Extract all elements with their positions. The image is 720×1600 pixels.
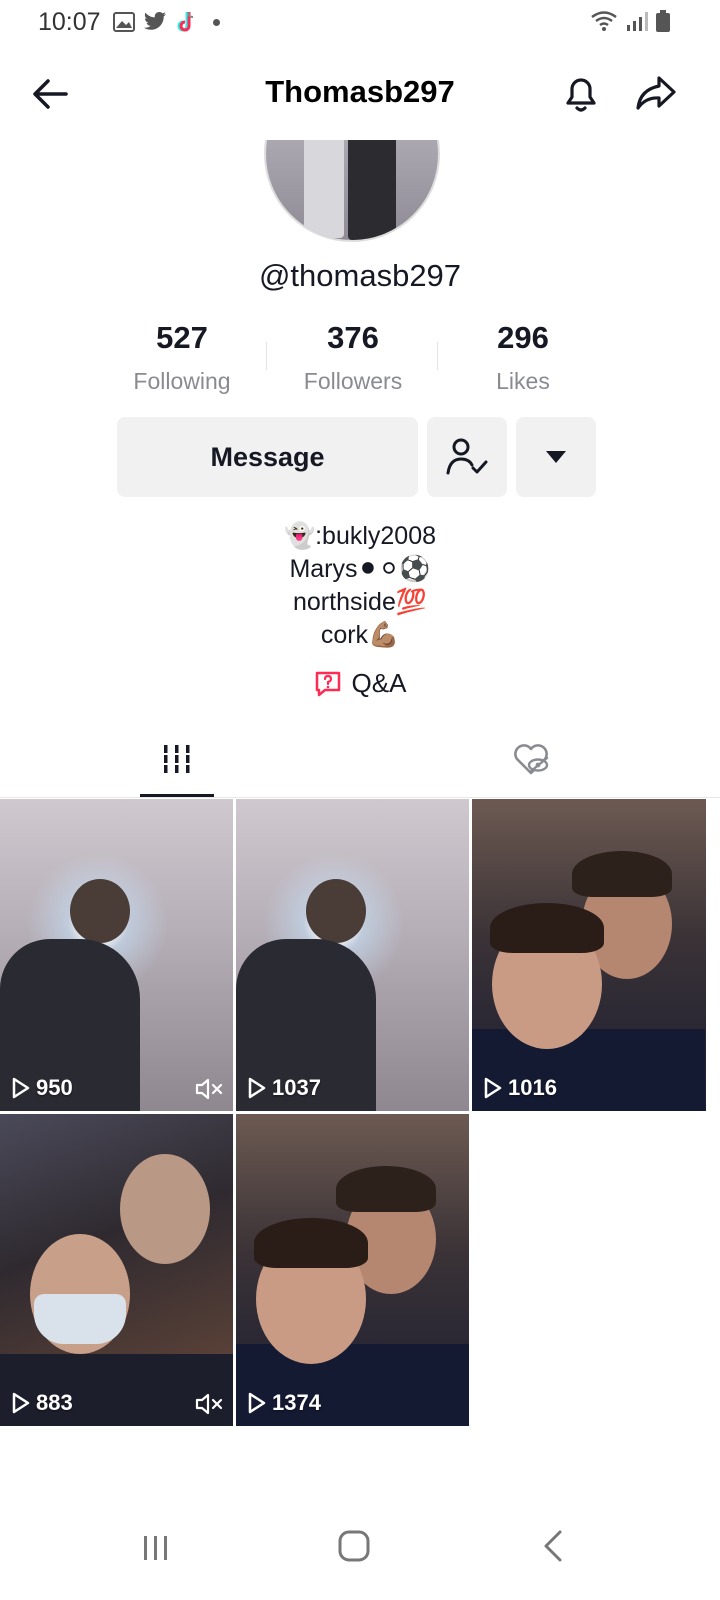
video-thumbnail — [34, 1294, 126, 1344]
bio-line: cork💪🏽 — [320, 621, 400, 649]
video-thumbnail — [336, 1166, 436, 1212]
video-tile[interactable]: 883 — [0, 1114, 233, 1426]
view-count: 950 — [12, 1075, 73, 1101]
followers-count: 376 — [327, 320, 379, 355]
share-arrow-icon[interactable] — [632, 70, 680, 116]
video-thumbnail — [490, 903, 604, 953]
video-tile[interactable]: 950 — [0, 799, 233, 1111]
active-tab-indicator — [140, 794, 214, 797]
bio-line: northside💯 — [293, 588, 427, 616]
home-icon[interactable] — [334, 1526, 374, 1566]
status-bar: 10:07 — [0, 0, 720, 46]
twitter-icon — [144, 12, 166, 30]
heart-hidden-icon — [514, 744, 549, 775]
play-icon — [484, 1077, 502, 1099]
view-count: 883 — [12, 1390, 73, 1416]
play-icon — [12, 1392, 30, 1414]
video-thumbnail — [306, 879, 366, 943]
system-nav-bar — [0, 1500, 720, 1600]
more-notifications-dot — [213, 18, 220, 26]
tab-liked[interactable] — [494, 720, 568, 798]
back-nav-icon[interactable] — [534, 1526, 574, 1566]
status-notifications — [113, 10, 220, 34]
play-icon — [12, 1077, 30, 1099]
likes-label: Likes — [496, 368, 550, 394]
profile-header: Thomasb297 — [0, 52, 720, 132]
video-tile[interactable]: 1016 — [472, 799, 706, 1111]
play-icon — [248, 1077, 266, 1099]
likes-stat[interactable]: 296 Likes — [438, 320, 608, 395]
play-icon — [248, 1392, 266, 1414]
followers-label: Followers — [303, 368, 403, 394]
page-title: Thomasb297 — [265, 74, 455, 109]
view-count: 1374 — [248, 1390, 321, 1416]
view-count-value: 883 — [36, 1390, 73, 1415]
bio-line: 👻:bukly2008 — [283, 522, 437, 550]
recent-apps-icon[interactable] — [136, 1528, 176, 1568]
following-label: Following — [133, 368, 231, 394]
gallery-icon — [113, 12, 135, 32]
following-count: 527 — [156, 320, 208, 355]
qa-link[interactable]: Q&A — [0, 668, 720, 699]
video-thumbnail — [120, 1154, 210, 1264]
mute-icon — [195, 1078, 223, 1100]
profile-tabs — [0, 720, 720, 798]
bell-icon[interactable] — [558, 70, 604, 116]
mute-icon — [195, 1393, 223, 1415]
video-tile[interactable]: 1037 — [236, 799, 469, 1111]
status-system — [590, 10, 670, 32]
tab-videos[interactable] — [140, 720, 214, 798]
status-time: 10:07 — [38, 8, 101, 36]
grid-bars-icon — [164, 745, 190, 773]
following-button[interactable] — [427, 417, 507, 497]
video-thumbnail — [70, 879, 130, 943]
user-check-icon — [446, 438, 488, 475]
view-count-value: 1374 — [272, 1390, 321, 1415]
profile-stats: 527 Following 376 Followers 296 Likes — [0, 320, 720, 400]
stat-divider — [266, 342, 267, 370]
view-count-value: 1037 — [272, 1075, 321, 1100]
video-thumbnail — [572, 851, 672, 897]
question-bubble-icon — [315, 671, 340, 696]
video-tile[interactable]: 1374 — [236, 1114, 469, 1426]
view-count: 1016 — [484, 1075, 557, 1101]
followers-stat[interactable]: 376 Followers — [268, 320, 438, 395]
view-count-value: 1016 — [508, 1075, 557, 1100]
caret-down-icon — [546, 451, 566, 463]
video-thumbnail — [254, 1218, 368, 1268]
following-stat[interactable]: 527 Following — [97, 320, 267, 395]
likes-count: 296 — [497, 320, 549, 355]
view-count-value: 950 — [36, 1075, 73, 1100]
username: @thomasb297 — [258, 258, 462, 293]
battery-icon — [656, 10, 670, 32]
wifi-icon — [591, 11, 617, 31]
message-button[interactable]: Message — [117, 417, 418, 497]
more-options-button[interactable] — [516, 417, 596, 497]
tiktok-icon — [177, 11, 194, 32]
qa-label: Q&A — [351, 668, 407, 698]
profile-bio: 👻:bukly2008 Marys⚫⚪⚽ northside💯 cork💪🏽 — [0, 520, 720, 652]
signal-icon — [627, 12, 648, 31]
bio-line: Marys⚫⚪⚽ — [289, 555, 431, 583]
view-count: 1037 — [248, 1075, 321, 1101]
